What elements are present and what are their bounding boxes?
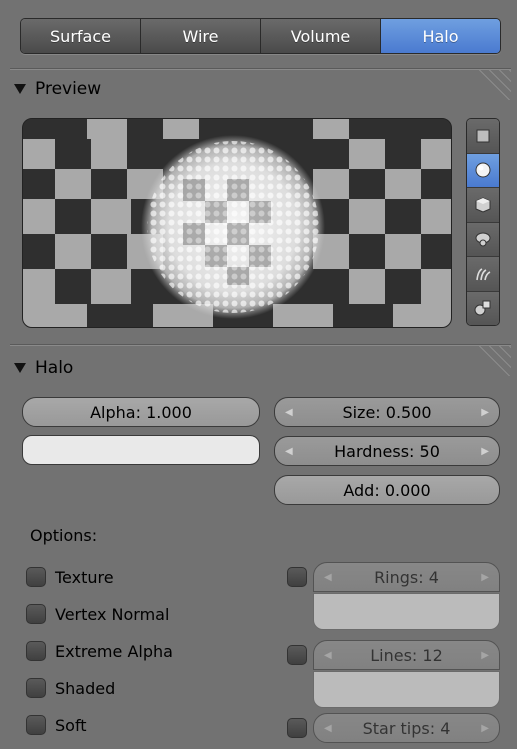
hardness-field[interactable]: ◀ Hardness: 50 ▶ <box>274 436 500 466</box>
tab-volume[interactable]: Volume <box>261 19 381 53</box>
material-type-tabs: Surface Wire Volume Halo <box>20 18 501 54</box>
increment-arrow-icon[interactable]: ▶ <box>481 723 489 734</box>
add-slider[interactable]: Add: 0.000 <box>274 475 500 505</box>
halo-panel-title: Halo <box>35 358 74 378</box>
option-extreme-alpha[interactable]: Extreme Alpha <box>26 641 173 661</box>
panel-drag-grip[interactable] <box>475 70 511 100</box>
preview-panel-title: Preview <box>35 79 102 99</box>
material-preview <box>22 118 452 328</box>
extreme-alpha-label: Extreme Alpha <box>55 641 173 661</box>
texture-label: Texture <box>55 567 114 587</box>
increment-arrow-icon[interactable]: ▶ <box>481 407 489 418</box>
tab-halo[interactable]: Halo <box>381 19 500 53</box>
soft-checkbox[interactable] <box>26 715 46 735</box>
preview-hair-button[interactable] <box>467 257 499 292</box>
extreme-alpha-checkbox[interactable] <box>26 641 46 661</box>
preview-cube-button[interactable] <box>467 188 499 223</box>
option-shaded[interactable]: Shaded <box>26 678 115 698</box>
option-texture[interactable]: Texture <box>26 567 114 587</box>
size-field[interactable]: ◀ Size: 0.500 ▶ <box>274 397 500 427</box>
preview-sphere-button[interactable] <box>467 153 499 188</box>
rings-value: Rings: 4 <box>374 567 439 587</box>
lines-checkbox[interactable] <box>287 645 307 665</box>
soft-label: Soft <box>55 715 87 735</box>
collapse-triangle-icon <box>14 363 26 373</box>
monkey-icon <box>475 232 491 247</box>
panel-divider <box>10 68 511 69</box>
cube-icon <box>475 197 491 213</box>
preview-flat-button[interactable] <box>467 119 499 154</box>
halo-preview-render <box>23 119 451 327</box>
alpha-slider[interactable]: Alpha: 1.000 <box>22 397 260 427</box>
texture-checkbox[interactable] <box>26 567 46 587</box>
tab-surface[interactable]: Surface <box>21 19 141 53</box>
preview-monkey-button[interactable] <box>467 222 499 257</box>
tab-wire[interactable]: Wire <box>141 19 261 53</box>
vertex-normal-label: Vertex Normal <box>55 604 170 624</box>
preview-panel-header[interactable]: Preview <box>14 74 101 104</box>
rings-checkbox[interactable] <box>287 567 307 587</box>
decrement-arrow-icon[interactable]: ◀ <box>285 446 293 457</box>
sphere-cube-icon <box>474 300 491 316</box>
increment-arrow-icon[interactable]: ▶ <box>481 572 489 583</box>
preview-sphere-cube-button[interactable] <box>467 291 499 325</box>
panel-divider <box>10 344 511 345</box>
hardness-value: Hardness: 50 <box>334 441 440 461</box>
collapse-triangle-icon <box>14 84 26 94</box>
panel-drag-grip[interactable] <box>475 346 511 376</box>
star-tips-field[interactable]: ◀ Star tips: 4 ▶ <box>313 713 500 743</box>
options-label: Options: <box>30 526 98 545</box>
star-tips-value: Star tips: 4 <box>362 718 451 738</box>
hair-strands-icon <box>476 268 491 280</box>
option-soft[interactable]: Soft <box>26 715 87 735</box>
add-value: Add: 0.000 <box>343 480 431 500</box>
increment-arrow-icon[interactable]: ▶ <box>481 446 489 457</box>
increment-arrow-icon[interactable]: ▶ <box>481 650 489 661</box>
lines-color-swatch[interactable] <box>313 671 500 708</box>
sphere-icon <box>475 162 491 178</box>
lines-value: Lines: 12 <box>370 645 443 665</box>
lines-field[interactable]: ◀ Lines: 12 ▶ <box>313 640 500 670</box>
shaded-label: Shaded <box>55 678 116 698</box>
option-vertex-normal[interactable]: Vertex Normal <box>26 604 169 624</box>
shaded-checkbox[interactable] <box>26 678 46 698</box>
rings-field[interactable]: ◀ Rings: 4 ▶ <box>313 562 500 592</box>
rings-color-swatch[interactable] <box>313 593 500 630</box>
decrement-arrow-icon[interactable]: ◀ <box>324 650 332 661</box>
halo-color-swatch[interactable] <box>22 435 260 465</box>
preview-shape-buttons <box>466 118 500 326</box>
decrement-arrow-icon[interactable]: ◀ <box>285 407 293 418</box>
alpha-value: Alpha: 1.000 <box>90 402 192 422</box>
vertex-normal-checkbox[interactable] <box>26 604 46 624</box>
star-tips-checkbox[interactable] <box>287 718 307 738</box>
decrement-arrow-icon[interactable]: ◀ <box>324 572 332 583</box>
halo-panel-header[interactable]: Halo <box>14 353 73 383</box>
flat-plane-icon <box>476 129 490 143</box>
decrement-arrow-icon[interactable]: ◀ <box>324 723 332 734</box>
size-value: Size: 0.500 <box>342 402 432 422</box>
